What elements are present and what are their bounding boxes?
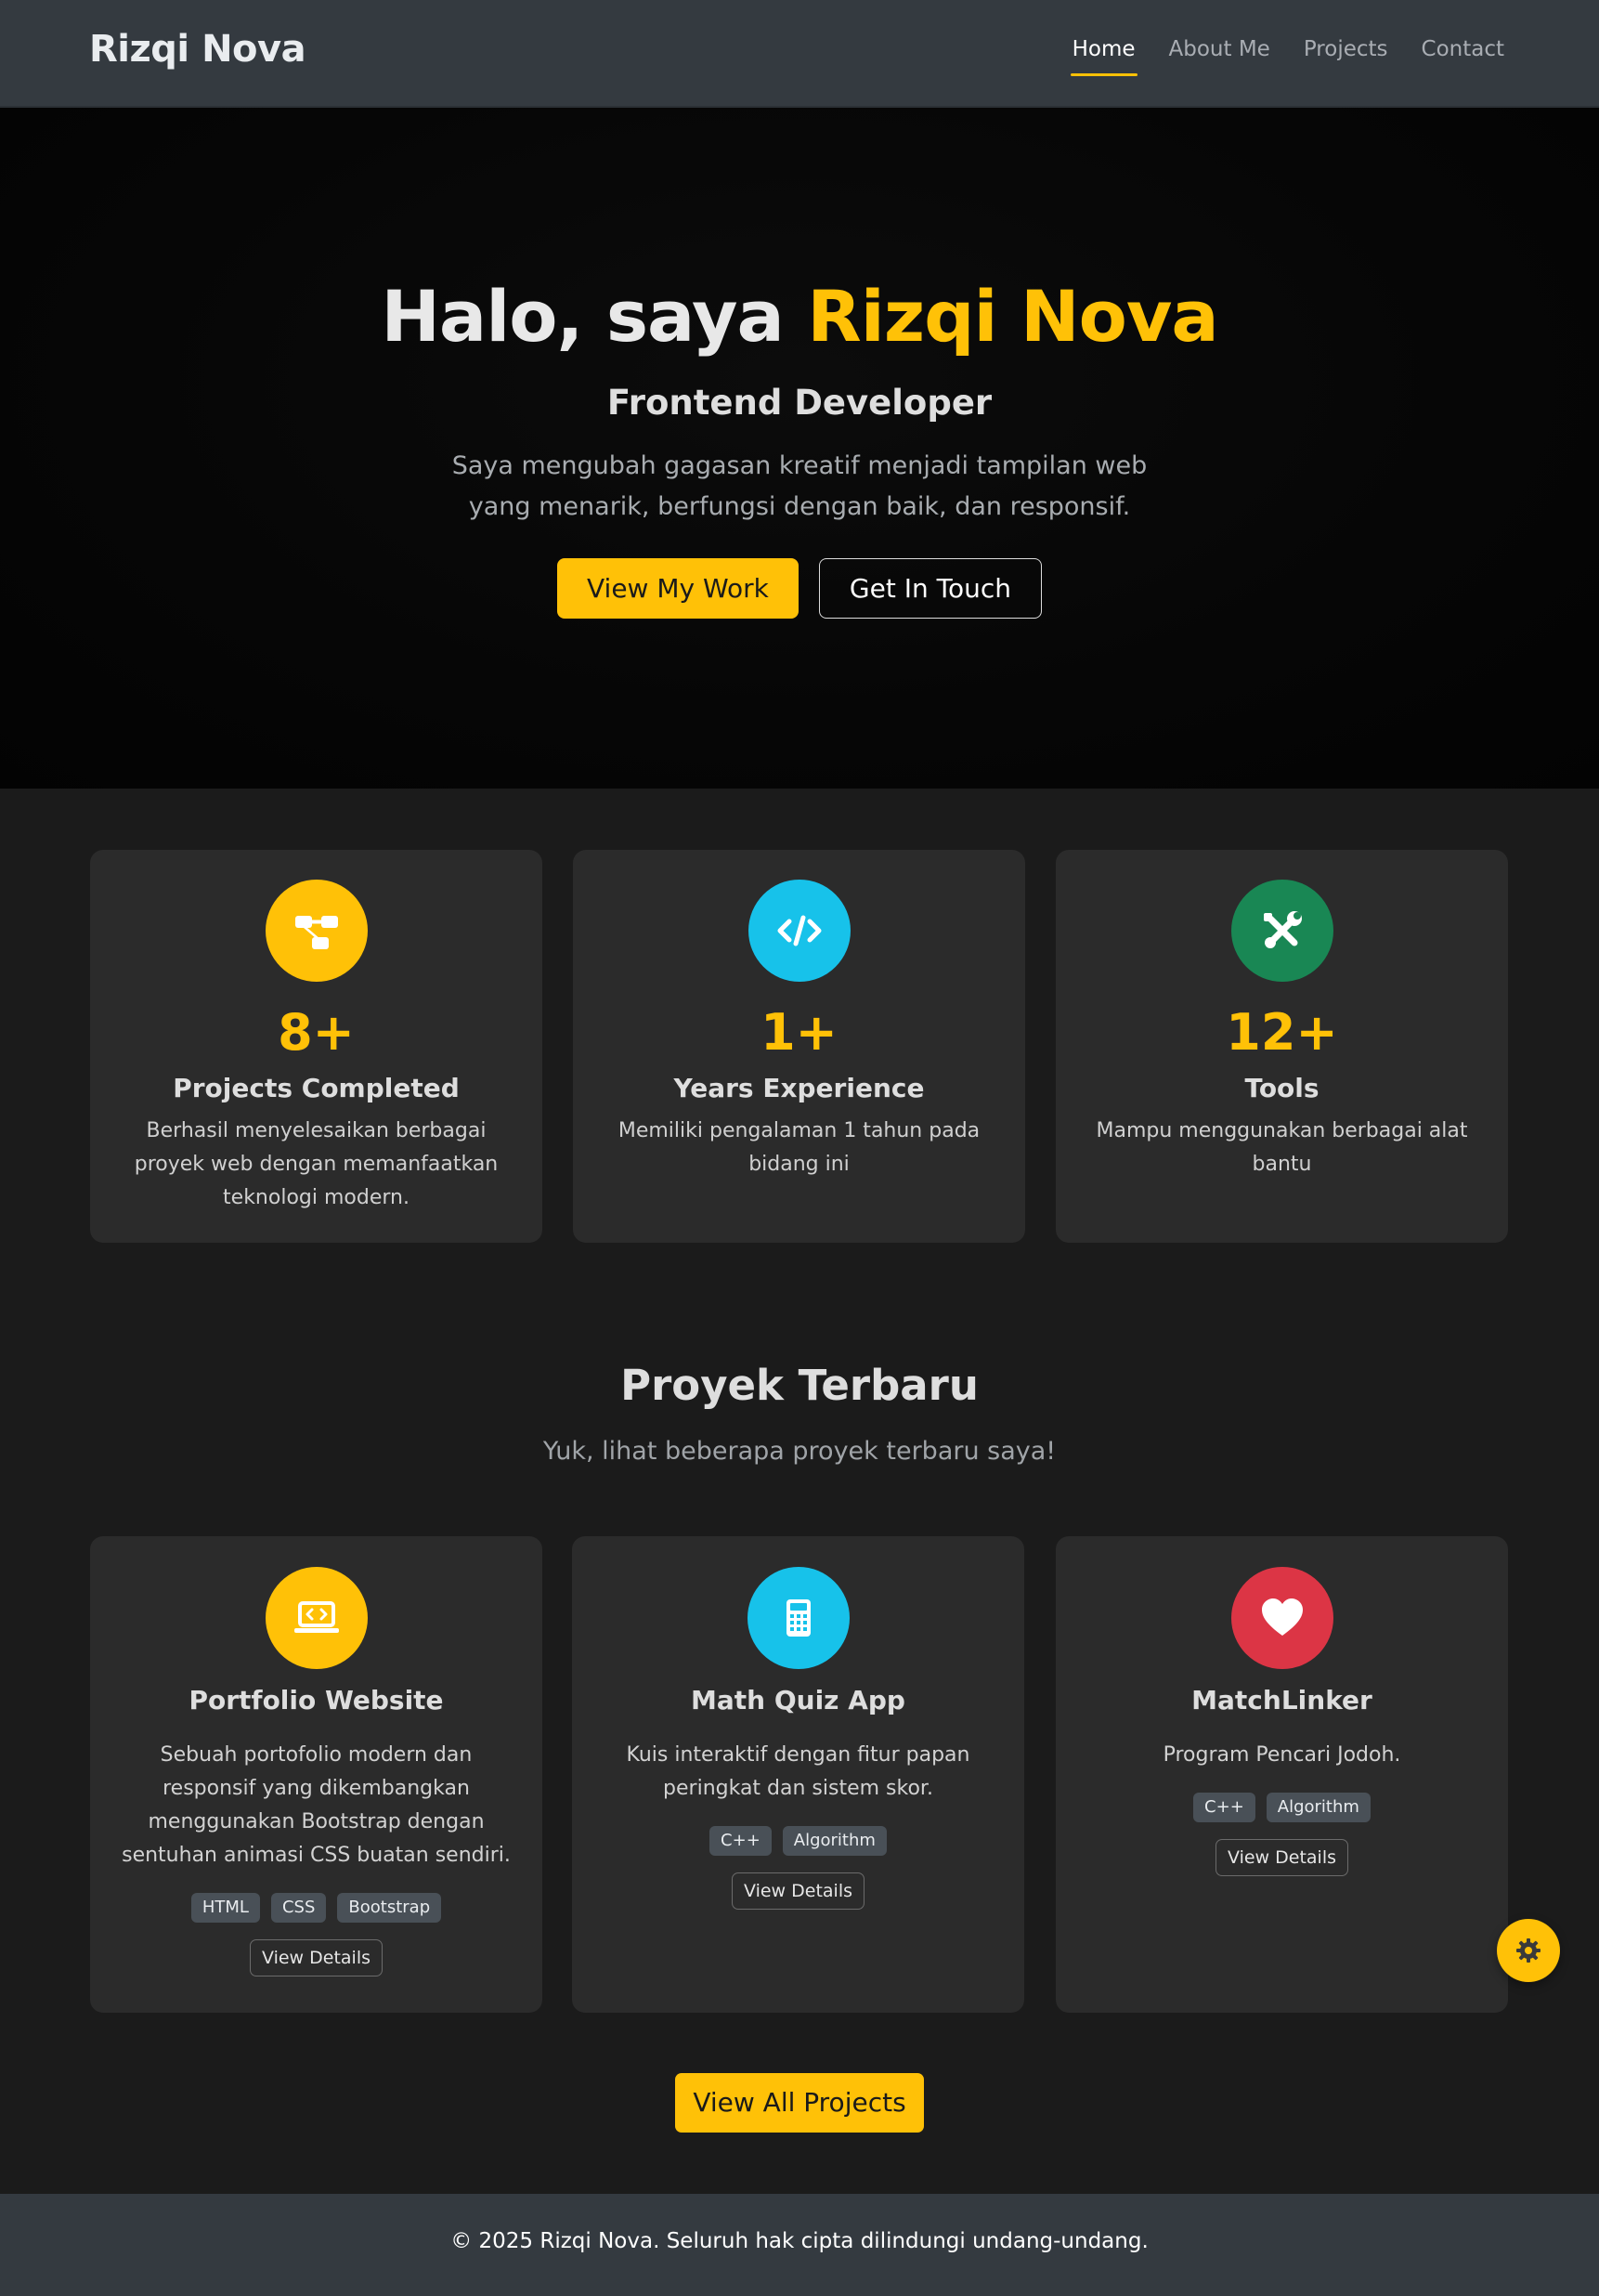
stat-number: 8+ [278,1003,355,1062]
nav-link-projects[interactable]: Projects [1304,37,1388,71]
hero-section: Halo, saya Rizqi Nova Frontend Developer… [0,108,1599,789]
footer-copyright: © 2025 Rizqi Nova. Seluruh hak cipta dil… [450,2229,1149,2253]
nav-link-about[interactable]: About Me [1169,37,1270,71]
tag-badge: C++ [1193,1793,1255,1822]
view-all-projects-button[interactable]: View All Projects [675,2073,924,2133]
nav-link-contact[interactable]: Contact [1422,37,1504,71]
projects-section-subtitle: Yuk, lihat beberapa proyek terbaru saya! [542,1437,1057,1466]
hero-description: Saya mengubah gagasan kreatif menjadi ta… [451,451,1148,521]
tag-badge: Bootstrap [337,1893,442,1923]
footer: © 2025 Rizqi Nova. Seluruh hak cipta dil… [0,2194,1599,2296]
tag-badge: Algorithm [782,1826,887,1856]
nav-link-home[interactable]: Home [1070,37,1138,76]
tag-badge: HTML [190,1893,260,1923]
heart-icon [1230,1567,1333,1669]
hero-title-name: Rizqi Nova [807,275,1218,358]
project-body: Sebuah portofolio modern dan responsif y… [118,1739,514,1976]
calculator-icon [747,1567,850,1669]
stat-title: Years Experience [673,1073,925,1103]
project-body: Program Pencari Jodoh. C++ Algorithm Vie… [1084,1739,1480,1876]
stat-card-projects: 8+ Projects Completed Berhasil menyelesa… [90,850,542,1243]
navbar: Rizqi Nova Home About Me Projects Contac… [0,0,1599,108]
diagram-icon [265,880,368,982]
view-details-button[interactable]: View Details [1216,1839,1348,1876]
project-description: Program Pencari Jodoh. [1163,1743,1401,1767]
stat-description: Berhasil menyelesaikan berbagai proyek w… [134,1119,499,1209]
gear-icon [1516,1938,1540,1963]
project-title: MatchLinker [1191,1685,1372,1715]
project-description: Kuis interaktif dengan fitur papan perin… [626,1743,970,1800]
hero-subtitle: Frontend Developer [606,383,993,423]
tag-badge: CSS [270,1893,327,1923]
hero-title-prefix: Halo, saya [381,275,808,358]
nav-links: Home About Me Projects Contact [1070,37,1504,76]
view-details-button[interactable]: View Details [250,1939,383,1976]
stat-number: 12+ [1226,1003,1338,1062]
hero-title: Halo, saya Rizqi Nova [0,275,1599,358]
tag-badge: Algorithm [1266,1793,1371,1822]
laptop-code-icon [265,1567,368,1669]
tools-icon [1230,880,1333,982]
projects-section-title: Proyek Terbaru [620,1361,979,1410]
project-card-portfolio: Portfolio Website Sebuah portofolio mode… [90,1536,542,2013]
project-card-matchlinker: MatchLinker Program Pencari Jodoh. C++ A… [1056,1536,1508,2013]
hero-buttons: View My Work Get In Touch [0,558,1599,619]
stat-title: Tools [1244,1073,1320,1103]
project-title: Portfolio Website [188,1685,444,1715]
project-body: Kuis interaktif dengan fitur papan perin… [600,1739,996,1910]
stat-title: Projects Completed [173,1073,460,1103]
theme-toggle-button[interactable] [1497,1919,1560,1982]
brand-logo[interactable]: Rizqi Nova [89,28,306,71]
project-tags: C++ Algorithm [600,1826,996,1856]
project-title: Math Quiz App [691,1685,905,1715]
stat-description: Mampu menggunakan berbagai alat bantu [1096,1119,1468,1176]
project-tags: HTML CSS Bootstrap [118,1893,514,1923]
view-my-work-button[interactable]: View My Work [557,558,799,619]
stat-number: 1+ [760,1003,838,1062]
stat-card-tools: 12+ Tools Mampu menggunakan berbagai ala… [1056,850,1508,1243]
project-tags: C++ Algorithm [1084,1793,1480,1822]
tag-badge: C++ [709,1826,772,1856]
project-description: Sebuah portofolio modern dan responsif y… [122,1743,511,1867]
code-icon [748,880,851,982]
get-in-touch-button[interactable]: Get In Touch [818,558,1042,619]
project-card-math-quiz: Math Quiz App Kuis interaktif dengan fit… [572,1536,1024,2013]
stat-card-experience: 1+ Years Experience Memiliki pengalaman … [573,850,1025,1243]
stat-description: Memiliki pengalaman 1 tahun pada bidang … [618,1119,981,1176]
view-details-button[interactable]: View Details [732,1872,864,1910]
